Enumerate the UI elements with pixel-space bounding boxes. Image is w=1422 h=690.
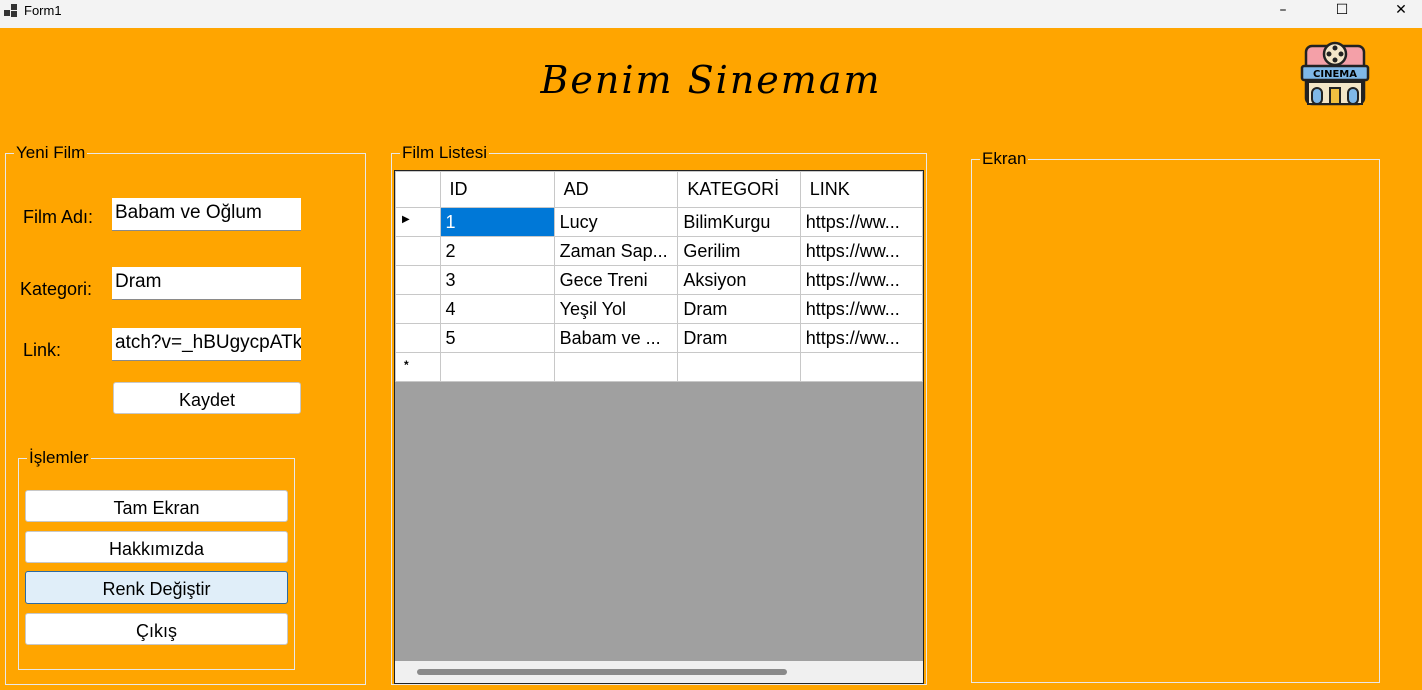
cell-link[interactable]: https://ww...: [799, 207, 923, 237]
app-title: Benim Sinemam: [540, 58, 882, 102]
cell-id[interactable]: 2: [439, 236, 555, 266]
row-header[interactable]: [395, 323, 441, 353]
cell-name[interactable]: Zaman Sap...: [553, 236, 679, 266]
column-header-category[interactable]: KATEGORİ: [677, 171, 801, 208]
current-row-icon: ▶: [402, 214, 410, 225]
save-button[interactable]: Kaydet: [113, 382, 301, 414]
film-name-label: Film Adı:: [23, 207, 94, 227]
film-name-input[interactable]: Babam ve Oğlum: [112, 198, 301, 231]
new-row-icon: *: [404, 358, 409, 372]
operations-legend: İşlemler: [27, 448, 91, 468]
cell-id[interactable]: 1: [439, 207, 555, 237]
table-row[interactable]: 2 Zaman Sap... Gerilim https://ww...: [395, 236, 923, 266]
about-button[interactable]: Hakkımızda: [25, 531, 288, 563]
cell-id[interactable]: 5: [439, 323, 555, 353]
screen-legend: Ekran: [980, 149, 1029, 169]
row-header[interactable]: ▶: [395, 207, 441, 237]
minimize-button[interactable]: –: [1260, 0, 1306, 22]
cell-link[interactable]: https://ww...: [799, 294, 923, 324]
horizontal-scrollbar[interactable]: [395, 661, 923, 683]
row-header[interactable]: [395, 236, 441, 266]
cell-name[interactable]: Lucy: [553, 207, 679, 237]
logo-text: CINEMA: [1313, 69, 1357, 80]
cell-id[interactable]: 3: [439, 265, 555, 295]
film-table: ID AD KATEGORİ LINK ▶ 1 Lucy BilimKurgu …: [395, 171, 923, 382]
scrollbar-thumb[interactable]: [417, 669, 787, 675]
window-titlebar: Form1 – ☐ ✕: [0, 0, 1422, 28]
cell-id[interactable]: 4: [439, 294, 555, 324]
exit-button[interactable]: Çıkış: [25, 613, 288, 645]
maximize-button[interactable]: ☐: [1319, 0, 1365, 22]
film-list-legend: Film Listesi: [400, 143, 490, 163]
cell-link[interactable]: [799, 352, 923, 382]
cell-category[interactable]: Dram: [677, 323, 801, 353]
table-row[interactable]: ▶ 1 Lucy BilimKurgu https://ww...: [395, 207, 923, 237]
column-header-name[interactable]: AD: [553, 171, 679, 208]
table-header-row: ID AD KATEGORİ LINK: [395, 171, 923, 208]
new-row[interactable]: *: [395, 352, 923, 382]
cell-name[interactable]: Babam ve ...: [553, 323, 679, 353]
category-label: Kategori:: [20, 279, 93, 299]
table-row[interactable]: 5 Babam ve ... Dram https://ww...: [395, 323, 923, 353]
app-icon: [4, 4, 18, 18]
new-film-legend: Yeni Film: [14, 143, 88, 163]
row-header[interactable]: [395, 294, 441, 324]
close-button[interactable]: ✕: [1378, 0, 1422, 22]
film-data-grid[interactable]: ID AD KATEGORİ LINK ▶ 1 Lucy BilimKurgu …: [394, 170, 924, 684]
link-input[interactable]: atch?v=_hBUgycpATk: [112, 328, 301, 361]
cell-category[interactable]: Aksiyon: [677, 265, 801, 295]
cell-name[interactable]: Yeşil Yol: [553, 294, 679, 324]
link-label: Link:: [23, 340, 62, 360]
cell-category[interactable]: Gerilim: [677, 236, 801, 266]
table-row[interactable]: 4 Yeşil Yol Dram https://ww...: [395, 294, 923, 324]
table-row[interactable]: 3 Gece Treni Aksiyon https://ww...: [395, 265, 923, 295]
window-title: Form1: [24, 3, 62, 18]
row-header-corner: [395, 171, 441, 208]
fullscreen-button[interactable]: Tam Ekran: [25, 490, 288, 522]
cell-category[interactable]: BilimKurgu: [677, 207, 801, 237]
cell-link[interactable]: https://ww...: [799, 265, 923, 295]
cell-id[interactable]: [439, 352, 555, 382]
cell-link[interactable]: https://ww...: [799, 323, 923, 353]
column-header-id[interactable]: ID: [439, 171, 555, 208]
cinema-logo-icon: CINEMA: [1300, 41, 1370, 106]
cell-category[interactable]: Dram: [677, 294, 801, 324]
row-header[interactable]: *: [395, 352, 441, 382]
screen-group: Ekran: [971, 149, 1380, 683]
row-header[interactable]: [395, 265, 441, 295]
cell-name[interactable]: [553, 352, 679, 382]
change-color-button[interactable]: Renk Değiştir: [25, 571, 288, 604]
column-header-link[interactable]: LINK: [799, 171, 923, 208]
cell-link[interactable]: https://ww...: [799, 236, 923, 266]
category-input[interactable]: Dram: [112, 267, 301, 300]
cell-category[interactable]: [677, 352, 801, 382]
cell-name[interactable]: Gece Treni: [553, 265, 679, 295]
